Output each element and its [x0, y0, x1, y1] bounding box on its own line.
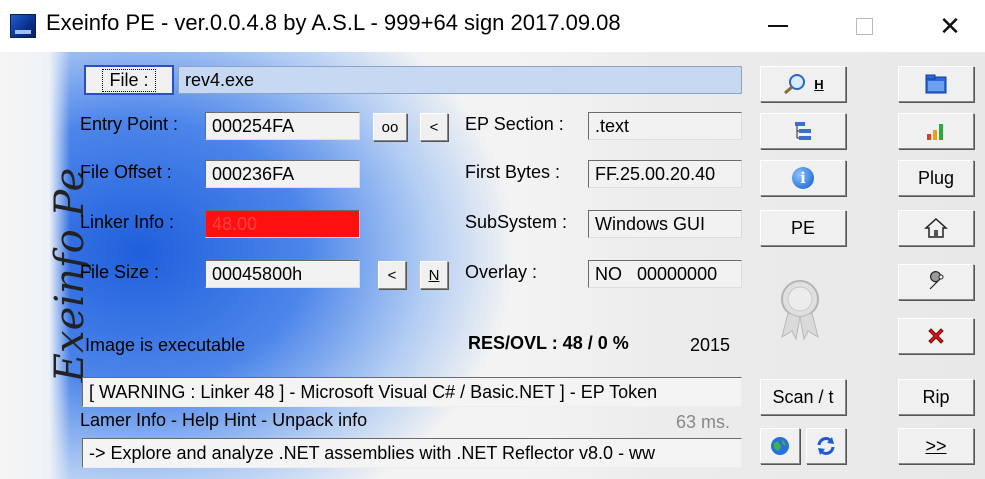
open-folder-button[interactable]	[898, 66, 974, 102]
section-view-button[interactable]	[760, 113, 846, 149]
refresh-button[interactable]	[806, 428, 846, 464]
lamer-info-link[interactable]: Lamer Info - Help Hint - Unpack info	[80, 410, 367, 431]
file-size-prev-button[interactable]: <	[378, 261, 406, 289]
close-button[interactable]: ✕	[920, 0, 980, 52]
file-button-label: File :	[102, 68, 156, 92]
info-icon: i	[792, 167, 814, 189]
folder-icon	[925, 74, 947, 94]
title-bar: Exeinfo PE - ver.0.0.4.8 by A.S.L - 999+…	[0, 0, 985, 52]
scan-button[interactable]: Scan / t	[760, 379, 846, 415]
wrench-icon	[929, 271, 944, 290]
pe-button[interactable]: PE	[760, 210, 846, 246]
entry-point-field[interactable]: 000254FA	[205, 112, 360, 140]
info-button[interactable]: i	[760, 160, 846, 196]
home-button[interactable]	[898, 210, 974, 246]
ep-section-field[interactable]: .text	[588, 112, 742, 140]
rip-button-label: Rip	[922, 386, 950, 407]
image-status-text: Image is executable	[85, 335, 246, 355]
next-button[interactable]: >>	[898, 428, 974, 464]
file-size-n-button[interactable]: N	[420, 261, 448, 289]
tree-list-icon	[795, 122, 811, 140]
first-bytes-label: First Bytes :	[465, 162, 561, 182]
red-x-icon	[928, 328, 944, 344]
home-icon	[924, 217, 948, 238]
exit-button[interactable]	[898, 318, 974, 354]
subsystem-field[interactable]: Windows GUI	[588, 210, 742, 238]
overlay-label: Overlay :	[465, 262, 538, 282]
plugins-button-label: Plug	[917, 167, 955, 188]
first-bytes-field[interactable]: FF.25.00.20.40	[588, 160, 742, 188]
hint-line[interactable]: -> Explore and analyze .NET assemblies w…	[82, 438, 742, 468]
entry-point-prev-button[interactable]: <	[420, 113, 448, 141]
tools-button[interactable]	[898, 264, 974, 300]
next-button-label: >>	[925, 435, 947, 456]
warning-line[interactable]: [ WARNING : Linker 48 ] - Microsoft Visu…	[82, 377, 742, 407]
file-offset-label: File Offset :	[80, 162, 172, 182]
oo-button[interactable]: oo	[373, 113, 407, 141]
year-text: 2015	[690, 335, 731, 355]
linker-info-field[interactable]: 48.00	[205, 210, 360, 238]
linker-info-label: Linker Info :	[80, 212, 175, 232]
res-ovl-text: RES/OVL : 48 / 0 %	[468, 333, 629, 353]
timing-text: 63 ms.	[676, 412, 731, 432]
entry-point-label: Entry Point :	[80, 114, 179, 134]
main-panel: Exeinfo Pe File : rev4.exe Entry Point :…	[0, 52, 985, 479]
file-size-label: File Size :	[80, 262, 160, 282]
window-title: Exeinfo PE - ver.0.0.4.8 by A.S.L - 999+…	[46, 10, 621, 35]
ep-section-label: EP Section :	[465, 114, 564, 134]
app-icon	[10, 14, 36, 38]
maximize-button[interactable]	[834, 0, 894, 52]
hex-label: H	[814, 76, 824, 92]
globe-icon	[771, 437, 789, 455]
refresh-icon	[817, 437, 835, 455]
seal-icon	[781, 280, 819, 341]
stats-button[interactable]	[898, 113, 974, 149]
file-button[interactable]: File :	[84, 65, 174, 95]
minimize-button[interactable]	[748, 0, 808, 52]
web-button[interactable]	[760, 428, 800, 464]
maximize-icon	[855, 17, 873, 35]
subsystem-label: SubSystem :	[465, 212, 568, 232]
magnifier-icon	[784, 74, 806, 95]
bar-chart-icon	[927, 124, 943, 140]
file-offset-field[interactable]: 000236FA	[205, 160, 360, 188]
plugins-button[interactable]: Plug	[898, 160, 974, 196]
minimize-icon	[768, 25, 788, 27]
overlay-field[interactable]: NO 00000000	[588, 260, 742, 288]
hex-search-button[interactable]: H	[760, 66, 846, 102]
file-size-field[interactable]: 00045800h	[205, 260, 360, 288]
file-path-field[interactable]: rev4.exe	[178, 66, 742, 94]
rip-button[interactable]: Rip	[898, 379, 974, 415]
